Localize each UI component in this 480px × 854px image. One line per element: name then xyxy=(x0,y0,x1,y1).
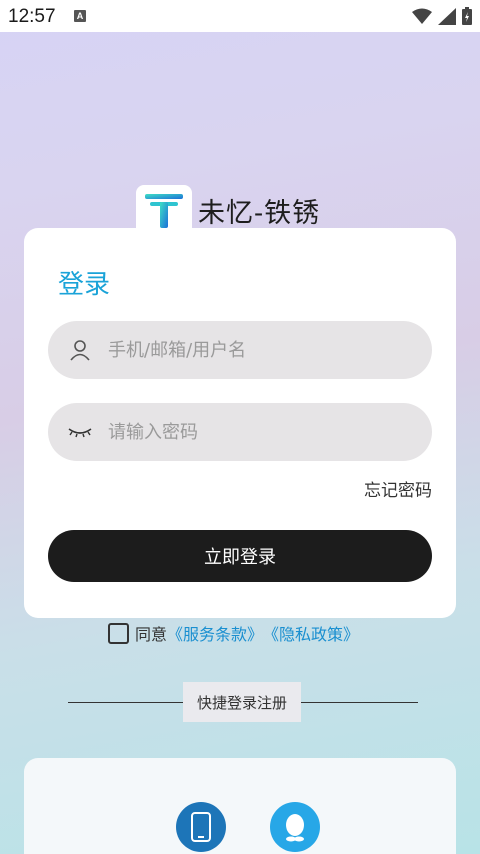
notification-icon: A xyxy=(74,10,86,22)
user-icon xyxy=(68,338,92,362)
eye-closed-icon[interactable] xyxy=(68,420,92,444)
phone-login-button[interactable] xyxy=(176,802,226,852)
password-input[interactable] xyxy=(106,420,410,444)
divider-line-left xyxy=(68,702,183,703)
terms-link[interactable]: 《服务条款》 xyxy=(167,621,263,645)
quick-login-card xyxy=(24,758,456,854)
agree-label: 同意 xyxy=(135,625,168,644)
quick-login-divider: 快捷登录注册 xyxy=(68,682,418,722)
login-card: 登录 忘记密码 立即登录 xyxy=(24,228,456,618)
login-button[interactable]: 立即登录 xyxy=(48,530,432,582)
status-icons xyxy=(412,7,472,25)
wifi-icon xyxy=(412,8,432,24)
login-screen: 12:57 A 未忆-铁锈 登录 手机/邮箱/用户名 忘记密码 立即登录 同意 … xyxy=(0,0,480,854)
forgot-password-link[interactable]: 忘记密码 xyxy=(364,476,432,501)
battery-icon xyxy=(462,7,472,25)
privacy-link[interactable]: 《隐私政策》 xyxy=(263,621,359,645)
username-field[interactable] xyxy=(48,321,432,379)
quick-login-label: 快捷登录注册 xyxy=(183,682,301,722)
phone-icon xyxy=(191,812,211,842)
password-field[interactable] xyxy=(48,403,432,461)
login-title: 登录 xyxy=(58,270,111,300)
qq-icon xyxy=(286,814,304,842)
signal-icon xyxy=(438,7,456,25)
qq-login-button[interactable] xyxy=(270,802,320,852)
username-input[interactable] xyxy=(106,338,410,362)
agree-checkbox[interactable] xyxy=(108,622,129,644)
brand-name: 未忆-铁锈 xyxy=(198,197,321,229)
divider-line-right xyxy=(301,702,418,703)
status-bar: 12:57 A xyxy=(0,0,480,32)
status-time: 12:57 xyxy=(8,6,56,27)
agreement-row: 同意 《服务条款》 《隐私政策》 xyxy=(108,621,359,645)
